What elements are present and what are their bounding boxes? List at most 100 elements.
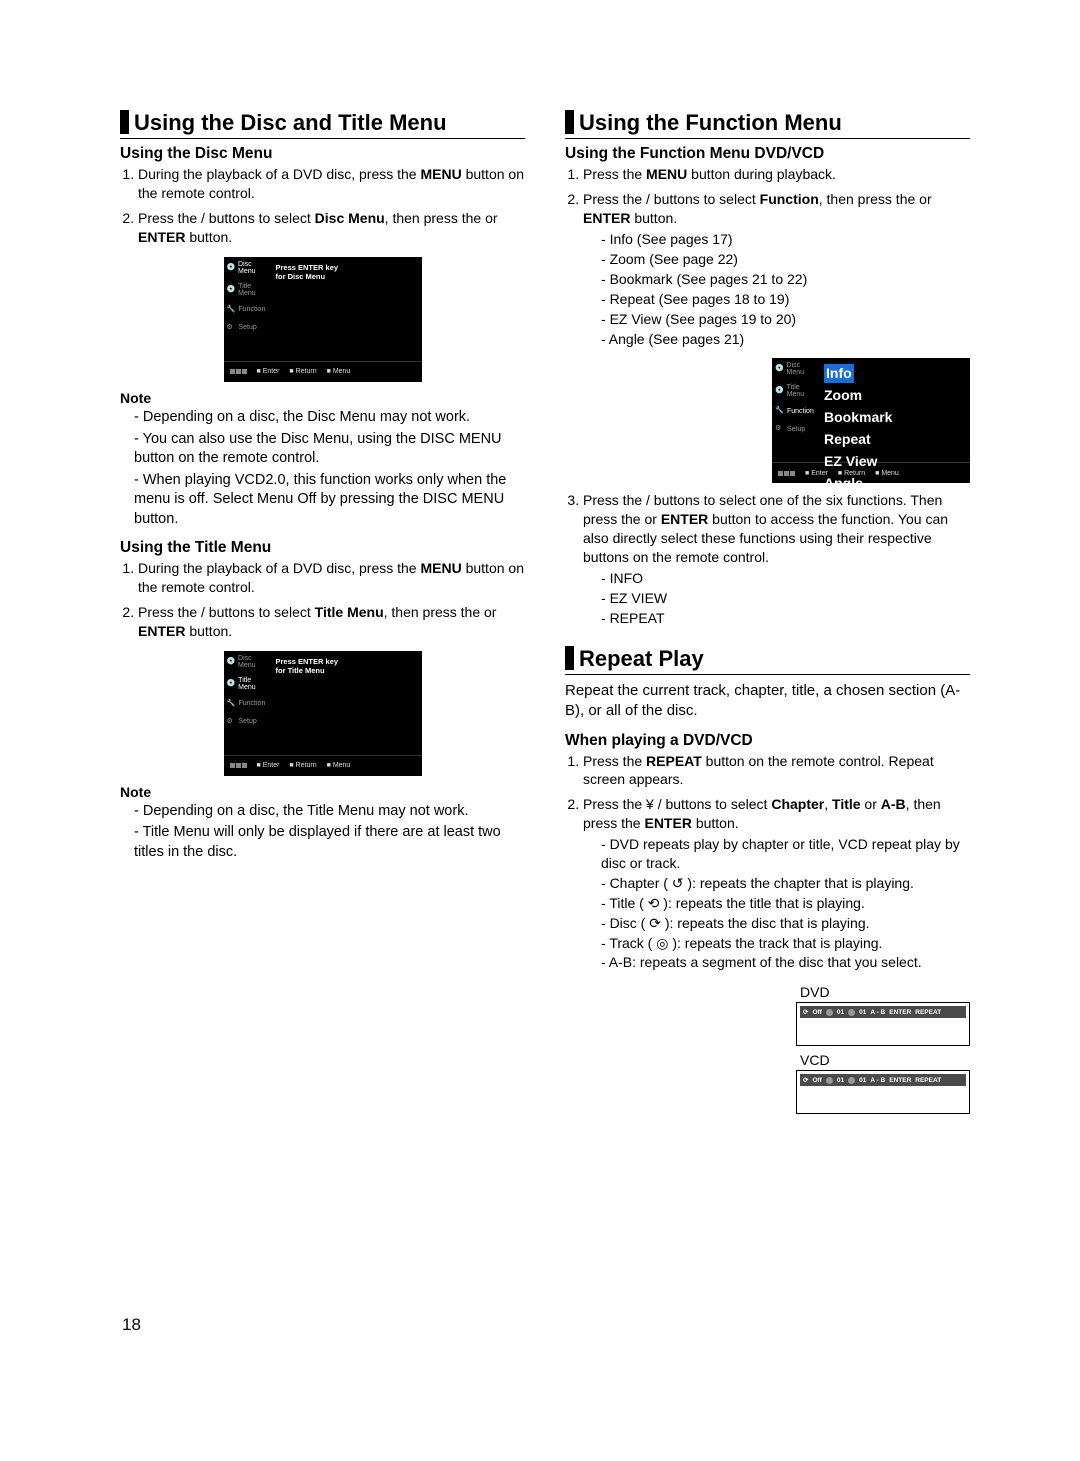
step-text: Press the ¥ / buttons to select Chapter,…	[583, 795, 970, 972]
section-heading-repeat-play: Repeat Play	[565, 646, 970, 675]
disc-icon: 💿	[227, 263, 237, 273]
option-ref: Chapter	[771, 796, 824, 812]
osd-side-item: Title Menu	[238, 283, 269, 297]
step-text: ,	[824, 796, 832, 812]
osd-foot: Menu	[333, 368, 351, 375]
nav-dpad-icon	[778, 471, 795, 476]
sub-item: Angle (See pages 21)	[601, 330, 970, 349]
repeat-bar-dvd: ⟳ Off 01 01 A - B ENTER REPEAT	[796, 1002, 970, 1046]
osd-list-item: Info	[824, 364, 854, 383]
osd-text: for Disc Menu	[276, 272, 418, 281]
sub-item: Bookmark (See pages 21 to 22)	[601, 270, 970, 289]
osd-side-item: Function	[787, 408, 814, 415]
step-text: Press the / buttons to select	[138, 604, 315, 620]
osd-side-item: Disc Menu	[238, 261, 269, 275]
section-heading-disc-title-menu: Using the Disc and Title Menu	[120, 110, 525, 139]
manual-page: Using the Disc and Title Menu Using the …	[120, 110, 970, 1114]
setup-icon: ⚙	[227, 323, 237, 333]
button-ref-enter: ENTER	[644, 815, 691, 831]
osd-foot: Enter	[811, 470, 828, 477]
button-ref-enter: ENTER	[138, 229, 185, 245]
rep-n2: 01	[859, 1009, 866, 1016]
step-text: Press the REPEAT button on the remote co…	[583, 752, 970, 790]
osd-side-item: Title Menu	[787, 384, 818, 398]
step-text: , then press the or	[384, 604, 497, 620]
rep-enter: ENTER	[889, 1009, 911, 1016]
step-text: button.	[630, 210, 677, 226]
osd-side-item: Function	[239, 306, 266, 313]
rep-enter: ENTER	[889, 1077, 911, 1084]
repeat-icon: ⟳	[803, 1076, 808, 1084]
step-text: Press the / buttons to select Function, …	[583, 190, 970, 348]
subheading-using-disc-menu: Using the Disc Menu	[120, 145, 525, 163]
dot-icon	[826, 1009, 833, 1016]
function-icon: 🔧	[227, 305, 237, 315]
button-ref-menu: MENU	[420, 560, 461, 576]
note-item: Depending on a disc, the Disc Menu may n…	[134, 408, 525, 428]
rep-ab: A - B	[870, 1009, 885, 1016]
button-ref-menu: MENU	[420, 166, 461, 182]
left-column: Using the Disc and Title Menu Using the …	[120, 110, 525, 1114]
note-item: Title Menu will only be displayed if the…	[134, 823, 525, 862]
step-text: Press the ¥ / buttons to select	[583, 796, 771, 812]
step-text: Press the / buttons to select Disc Menu,…	[138, 209, 525, 247]
button-ref-menu: MENU	[646, 166, 687, 182]
note-item: You can also use the Disc Menu, using th…	[134, 430, 525, 469]
repeat-label-dvd: DVD	[796, 984, 970, 1000]
step-text: Press the	[583, 166, 646, 182]
step-text: or	[861, 796, 881, 812]
step-text: button.	[692, 815, 739, 831]
osd-side-item: Disc Menu	[787, 362, 818, 376]
osd-side-item: Disc Menu	[238, 655, 269, 669]
osd-list-item: Repeat	[824, 430, 966, 449]
note-item: Depending on a disc, the Title Menu may …	[134, 802, 525, 822]
rep-n1: 01	[837, 1077, 844, 1084]
page-number: 18	[122, 1315, 141, 1335]
osd-foot: Enter	[263, 368, 280, 375]
osd-foot: Menu	[333, 762, 351, 769]
sub-item: Track ( ◎ ): repeats the track that is p…	[601, 934, 970, 953]
osd-foot: Menu	[881, 470, 899, 477]
title-icon: 💿	[227, 285, 237, 295]
sub-item: Repeat (See pages 18 to 19)	[601, 290, 970, 309]
osd-side-item: Setup	[787, 426, 805, 433]
rep-n1: 01	[837, 1009, 844, 1016]
step-text: Press the MENU button during playback.	[583, 165, 970, 184]
step-text: Press the / buttons to select Title Menu…	[138, 603, 525, 641]
disc-icon: 💿	[227, 657, 237, 667]
subheading-using-title-menu: Using the Title Menu	[120, 539, 525, 557]
repeat-icon: ⟳	[803, 1008, 808, 1016]
step-text: , then press the or	[385, 210, 498, 226]
step-text: During the playback of a DVD disc, press…	[138, 560, 420, 576]
option-ref: Title	[832, 796, 861, 812]
osd-side-item: Setup	[239, 324, 257, 331]
sub-item: A-B: repeats a segment of the disc that …	[601, 953, 970, 972]
repeat-bar-vcd: ⟳ Off 01 01 A - B ENTER REPEAT	[796, 1070, 970, 1114]
note-label: Note	[120, 390, 525, 406]
sub-item: REPEAT	[601, 609, 970, 628]
step-text: , then press the or	[819, 191, 932, 207]
osd-foot: Return	[296, 368, 317, 375]
title-icon: 💿	[775, 386, 785, 396]
sub-item: EZ View (See pages 19 to 20)	[601, 310, 970, 329]
disc-icon: 💿	[775, 364, 785, 374]
nav-dpad-icon	[230, 763, 247, 768]
menu-item-ref: Title Menu	[315, 604, 384, 620]
step-text: Press the / buttons to select	[138, 210, 315, 226]
osd-side-item: Function	[239, 700, 266, 707]
step-text: Press the / buttons to select	[583, 191, 760, 207]
osd-list-item: Bookmark	[824, 408, 966, 427]
sub-item: EZ VIEW	[601, 589, 970, 608]
sub-item: INFO	[601, 569, 970, 588]
note-label: Note	[120, 784, 525, 800]
osd-foot: Enter	[263, 762, 280, 769]
sub-item: Chapter ( ↺ ): repeats the chapter that …	[601, 874, 970, 893]
rep-ab: A - B	[870, 1077, 885, 1084]
osd-function-menu: 💿Disc Menu 💿Title Menu 🔧Function ⚙Setup …	[772, 358, 970, 483]
rep-repeat: REPEAT	[915, 1077, 941, 1084]
rep-repeat: REPEAT	[915, 1009, 941, 1016]
function-icon: 🔧	[775, 406, 785, 416]
rep-off: Off	[812, 1077, 821, 1084]
sub-item: Disc ( ⟳ ): repeats the disc that is pla…	[601, 914, 970, 933]
osd-side-item: Setup	[239, 718, 257, 725]
